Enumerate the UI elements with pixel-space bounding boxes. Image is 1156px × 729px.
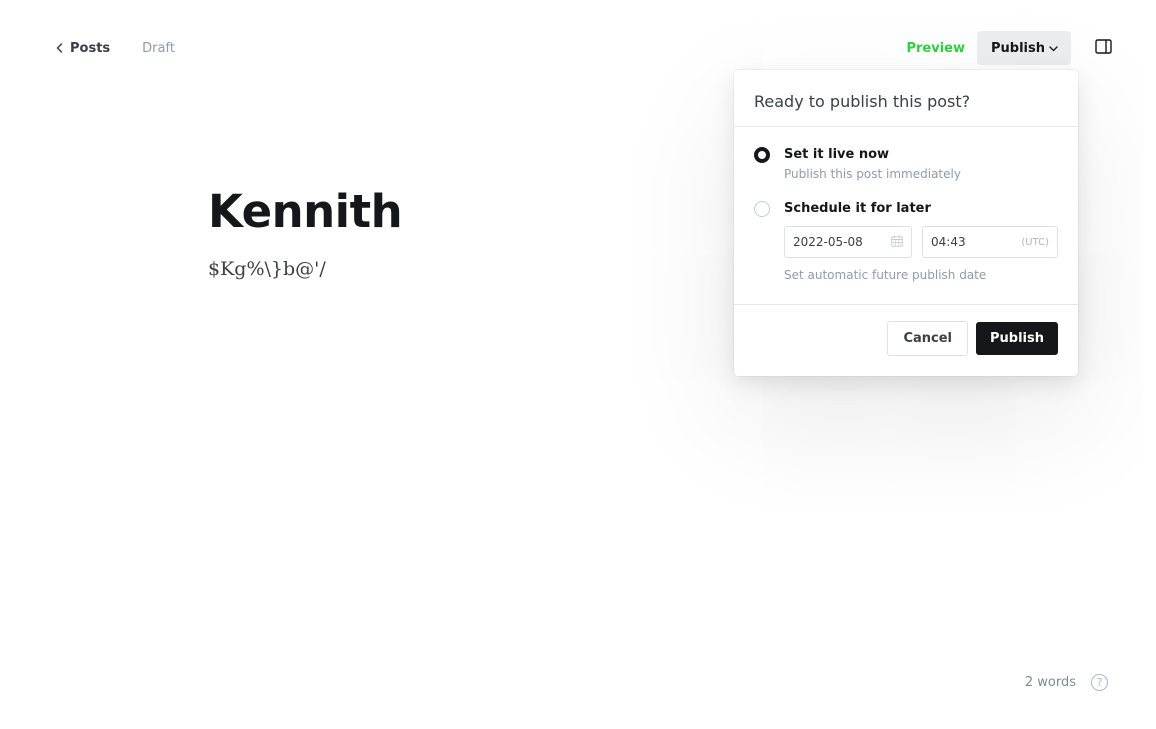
chevron-down-icon	[1049, 41, 1058, 56]
schedule-later-text: Schedule it for later 2022-05-08 04:43 (…	[784, 200, 1058, 282]
publish-options: Set it live now Publish this post immedi…	[734, 127, 1078, 305]
post-editor: Kennith $Kg%\}b@'/	[208, 184, 728, 282]
schedule-time-input[interactable]: 04:43 (UTC)	[922, 226, 1058, 258]
cancel-button[interactable]: Cancel	[887, 321, 968, 356]
editor-page: Posts Draft Preview Publish Kennith $Kg%…	[0, 0, 1156, 729]
publish-now-title: Set it live now	[784, 147, 890, 162]
post-status: Draft	[142, 40, 175, 56]
breadcrumb: Posts Draft	[56, 36, 175, 60]
word-count: 2 words	[1024, 674, 1076, 690]
post-title-input[interactable]: Kennith	[208, 184, 728, 240]
publish-now-description: Publish this post immediately	[784, 167, 961, 181]
publish-menu-trigger[interactable]: Publish	[977, 31, 1071, 65]
publish-now-radio[interactable]	[754, 147, 770, 163]
post-body-editor[interactable]: $Kg%\}b@'/	[208, 256, 728, 282]
schedule-hint: Set automatic future publish date	[784, 268, 987, 282]
help-circle-icon[interactable]: ?	[1091, 673, 1108, 691]
sidebar-panel-icon	[1094, 38, 1112, 58]
editor-toolbar: Preview Publish	[894, 31, 1120, 65]
chevron-left-icon	[56, 43, 63, 53]
timezone-label: (UTC)	[1021, 236, 1049, 248]
publish-dropdown-heading: Ready to publish this post?	[734, 70, 1078, 127]
editor-footer: 2 words ?	[1025, 673, 1108, 691]
sidebar-toggle-button[interactable]	[1086, 31, 1120, 65]
schedule-inputs: 2022-05-08 04:43 (UTC)	[784, 226, 1058, 258]
publish-dropdown-actions: Cancel Publish	[734, 305, 1078, 356]
preview-button[interactable]: Preview	[894, 31, 977, 65]
schedule-date-value: 2022-05-08	[793, 235, 863, 249]
schedule-time-value: 04:43	[931, 235, 966, 249]
calendar-icon[interactable]	[891, 235, 903, 250]
publish-now-text: Set it live now Publish this post immedi…	[784, 146, 1058, 182]
confirm-publish-button[interactable]: Publish	[976, 322, 1058, 355]
back-link-label: Posts	[70, 40, 111, 56]
schedule-later-radio[interactable]	[754, 201, 770, 217]
option-publish-now[interactable]: Set it live now Publish this post immedi…	[754, 146, 1058, 182]
schedule-date-input[interactable]: 2022-05-08	[784, 226, 912, 258]
option-schedule-later[interactable]: Schedule it for later 2022-05-08 04:43 (…	[754, 200, 1058, 282]
schedule-later-title: Schedule it for later	[784, 201, 931, 216]
publish-dropdown: Ready to publish this post? Set it live …	[734, 70, 1078, 376]
back-to-posts-link[interactable]: Posts	[56, 41, 110, 56]
publish-trigger-label: Publish	[991, 40, 1045, 56]
